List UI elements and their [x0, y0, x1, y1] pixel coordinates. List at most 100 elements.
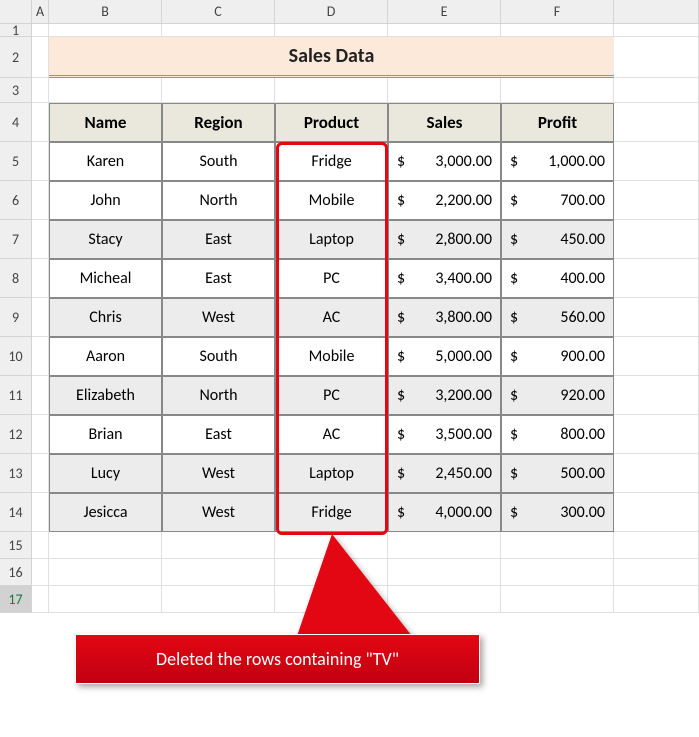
table-cell-sales[interactable]: $3,200.00: [388, 376, 501, 415]
table-cell-profit[interactable]: $920.00: [501, 376, 614, 415]
cell[interactable]: [614, 493, 699, 532]
table-cell-product[interactable]: Fridge: [275, 493, 388, 532]
table-cell-name[interactable]: Brian: [49, 415, 162, 454]
cell[interactable]: [49, 78, 162, 103]
cell[interactable]: [32, 220, 49, 259]
cell[interactable]: [32, 298, 49, 337]
table-cell-profit[interactable]: $450.00: [501, 220, 614, 259]
table-header-name[interactable]: Name: [49, 103, 162, 142]
cell[interactable]: [501, 78, 614, 103]
cell[interactable]: [501, 586, 614, 613]
table-cell-product[interactable]: AC: [275, 298, 388, 337]
table-cell-region[interactable]: South: [162, 337, 275, 376]
table-cell-product[interactable]: Fridge: [275, 142, 388, 181]
row-header-8[interactable]: 8: [0, 259, 32, 298]
table-cell-region[interactable]: East: [162, 259, 275, 298]
table-cell-product[interactable]: PC: [275, 259, 388, 298]
table-cell-sales[interactable]: $3,400.00: [388, 259, 501, 298]
table-cell-region[interactable]: South: [162, 142, 275, 181]
table-cell-region[interactable]: North: [162, 181, 275, 220]
table-header-profit[interactable]: Profit: [501, 103, 614, 142]
row-header-6[interactable]: 6: [0, 181, 32, 220]
row-header-5[interactable]: 5: [0, 142, 32, 181]
row-header-14[interactable]: 14: [0, 493, 32, 532]
cell[interactable]: [614, 259, 699, 298]
row-header-7[interactable]: 7: [0, 220, 32, 259]
column-header-E[interactable]: E: [388, 0, 501, 24]
table-cell-profit[interactable]: $900.00: [501, 337, 614, 376]
table-cell-sales[interactable]: $3,500.00: [388, 415, 501, 454]
cell[interactable]: [614, 78, 699, 103]
cell[interactable]: [32, 103, 49, 142]
cell[interactable]: [32, 259, 49, 298]
table-cell-name[interactable]: Stacy: [49, 220, 162, 259]
cell[interactable]: [275, 78, 388, 103]
cell[interactable]: [614, 298, 699, 337]
table-cell-profit[interactable]: $560.00: [501, 298, 614, 337]
table-cell-name[interactable]: Chris: [49, 298, 162, 337]
table-cell-sales[interactable]: $2,200.00: [388, 181, 501, 220]
table-cell-sales[interactable]: $5,000.00: [388, 337, 501, 376]
cell[interactable]: [275, 24, 388, 37]
table-cell-profit[interactable]: $1,000.00: [501, 142, 614, 181]
table-cell-sales[interactable]: $3,000.00: [388, 142, 501, 181]
row-header-1[interactable]: 1: [0, 24, 32, 37]
row-header-13[interactable]: 13: [0, 454, 32, 493]
table-cell-name[interactable]: Lucy: [49, 454, 162, 493]
table-header-sales[interactable]: Sales: [388, 103, 501, 142]
table-cell-region[interactable]: East: [162, 220, 275, 259]
cell[interactable]: [614, 220, 699, 259]
table-cell-profit[interactable]: $800.00: [501, 415, 614, 454]
cell[interactable]: [614, 532, 699, 559]
column-header-A[interactable]: A: [32, 0, 49, 24]
row-header-9[interactable]: 9: [0, 298, 32, 337]
cell[interactable]: [388, 24, 501, 37]
cell[interactable]: [614, 24, 699, 37]
row-header-11[interactable]: 11: [0, 376, 32, 415]
cell[interactable]: [162, 78, 275, 103]
cell[interactable]: [32, 78, 49, 103]
table-cell-region[interactable]: West: [162, 493, 275, 532]
cell[interactable]: [614, 103, 699, 142]
table-cell-product[interactable]: PC: [275, 376, 388, 415]
column-header-B[interactable]: B: [49, 0, 162, 24]
cell[interactable]: [49, 24, 162, 37]
cell[interactable]: [32, 142, 49, 181]
column-header-D[interactable]: D: [275, 0, 388, 24]
table-cell-sales[interactable]: $2,450.00: [388, 454, 501, 493]
row-header-16[interactable]: 16: [0, 559, 32, 586]
cell[interactable]: [614, 142, 699, 181]
table-cell-sales[interactable]: $2,800.00: [388, 220, 501, 259]
table-cell-region[interactable]: East: [162, 415, 275, 454]
table-cell-name[interactable]: Elizabeth: [49, 376, 162, 415]
table-cell-product[interactable]: Mobile: [275, 181, 388, 220]
table-cell-product[interactable]: Laptop: [275, 220, 388, 259]
table-cell-region[interactable]: West: [162, 298, 275, 337]
cell[interactable]: [32, 376, 49, 415]
table-cell-name[interactable]: John: [49, 181, 162, 220]
table-cell-product[interactable]: Mobile: [275, 337, 388, 376]
table-cell-profit[interactable]: $300.00: [501, 493, 614, 532]
table-cell-name[interactable]: Aaron: [49, 337, 162, 376]
cell[interactable]: [614, 37, 699, 78]
table-cell-profit[interactable]: $700.00: [501, 181, 614, 220]
cell[interactable]: [162, 24, 275, 37]
column-header-F[interactable]: F: [501, 0, 614, 24]
row-header-15[interactable]: 15: [0, 532, 32, 559]
cell[interactable]: [614, 586, 699, 613]
table-cell-region[interactable]: West: [162, 454, 275, 493]
table-cell-region[interactable]: North: [162, 376, 275, 415]
cell[interactable]: [32, 532, 49, 559]
table-cell-sales[interactable]: $3,800.00: [388, 298, 501, 337]
column-header-C[interactable]: C: [162, 0, 275, 24]
row-header-3[interactable]: 3: [0, 78, 32, 103]
table-cell-product[interactable]: Laptop: [275, 454, 388, 493]
cell[interactable]: [32, 415, 49, 454]
cell[interactable]: [614, 337, 699, 376]
cell[interactable]: [32, 493, 49, 532]
title[interactable]: Sales Data: [49, 37, 614, 78]
cell[interactable]: [32, 454, 49, 493]
cell[interactable]: [614, 559, 699, 586]
table-cell-sales[interactable]: $4,000.00: [388, 493, 501, 532]
table-cell-product[interactable]: AC: [275, 415, 388, 454]
